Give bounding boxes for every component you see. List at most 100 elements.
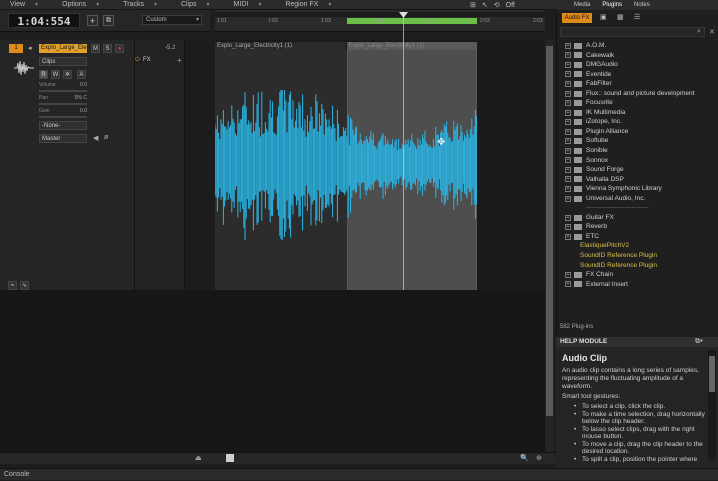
- expand-icon[interactable]: +: [565, 214, 571, 221]
- menu-options[interactable]: Options: [52, 0, 105, 10]
- zoom-in-icon[interactable]: ⊕: [536, 454, 542, 462]
- plugin-item[interactable]: + Reverb: [560, 222, 710, 232]
- plugin-item[interactable]: + Plugin Alliance: [560, 127, 710, 137]
- expand-icon[interactable]: +: [565, 271, 571, 278]
- clips-select[interactable]: Clips: [39, 57, 87, 66]
- plugin-item[interactable]: + FabFilter: [560, 79, 710, 89]
- freeze-button[interactable]: ✲: [63, 70, 72, 79]
- plugin-item[interactable]: ElastiquePitchV2: [560, 241, 710, 251]
- expand-icon[interactable]: +: [565, 119, 571, 126]
- snap-icon[interactable]: ⊞: [470, 1, 476, 9]
- input-select[interactable]: -None-: [39, 121, 87, 130]
- pan-slider[interactable]: Pan 0% C: [39, 95, 87, 105]
- collapse-icon[interactable]: ⏏: [195, 454, 202, 462]
- expand-icon[interactable]: +: [565, 233, 571, 240]
- automation-view-icon[interactable]: ∿: [20, 281, 29, 290]
- plugin-item[interactable]: + DMGAudio: [560, 60, 710, 70]
- plugin-item[interactable]: + IK Multimedia: [560, 108, 710, 118]
- plugin-item[interactable]: + A.O.M.: [560, 41, 710, 51]
- horizontal-scroll-thumb[interactable]: [226, 454, 234, 462]
- expand-icon[interactable]: +: [565, 61, 571, 68]
- audio-waveform[interactable]: [215, 90, 477, 240]
- fx-label[interactable]: FX: [143, 57, 151, 63]
- plugin-item[interactable]: + Sonible: [560, 146, 710, 156]
- plugin-item[interactable]: + Valhalla DSP: [560, 175, 710, 185]
- track-name[interactable]: Explo_Large_Ele: [39, 44, 87, 53]
- expand-icon[interactable]: +: [565, 224, 571, 231]
- expand-icon[interactable]: [565, 243, 571, 249]
- list-icon[interactable]: ☰: [634, 13, 640, 21]
- loop-icon[interactable]: ⟲: [494, 1, 500, 9]
- plugin-item[interactable]: + iZotope, Inc.: [560, 117, 710, 127]
- empty-track-area[interactable]: [0, 290, 545, 452]
- console-bar[interactable]: Console: [0, 468, 718, 480]
- output-select[interactable]: Master: [39, 134, 87, 143]
- expand-icon[interactable]: [565, 262, 571, 268]
- expand-icon[interactable]: +: [565, 176, 571, 183]
- expand-icon[interactable]: [565, 253, 571, 259]
- record-button[interactable]: ●: [115, 44, 124, 53]
- ruler-overview-bar[interactable]: [215, 12, 545, 17]
- menu-clips[interactable]: Clips: [171, 0, 216, 10]
- expand-icon[interactable]: +: [565, 109, 571, 116]
- menu-midi[interactable]: MIDI: [224, 0, 268, 10]
- plugin-item[interactable]: + Cakewalk: [560, 51, 710, 61]
- layout-icon[interactable]: ▣: [600, 13, 607, 21]
- clip-header-left[interactable]: Explo_Large_Electricity1 (1): [215, 42, 346, 50]
- clip-area-empty[interactable]: [477, 50, 545, 291]
- expand-icon[interactable]: +: [565, 157, 571, 164]
- add-fx-button[interactable]: +: [177, 56, 182, 65]
- expand-icon[interactable]: +: [565, 166, 571, 173]
- speaker-icon[interactable]: ◀: [93, 134, 98, 142]
- expand-icon[interactable]: +: [565, 80, 571, 87]
- phase-icon[interactable]: ø: [104, 134, 108, 141]
- plugin-item[interactable]: + Guitar FX: [560, 213, 710, 223]
- plugin-item[interactable]: + External Insert: [560, 280, 710, 290]
- search-icon[interactable]: ⌕: [697, 28, 701, 36]
- track-number[interactable]: 1: [9, 44, 23, 53]
- plugin-item[interactable]: + Vienna Symphonic Library: [560, 184, 710, 194]
- mute-button[interactable]: M: [91, 44, 100, 53]
- expand-icon[interactable]: +: [565, 281, 571, 288]
- plugin-item[interactable]: SoundID Reference Plugin: [560, 261, 710, 271]
- plugin-item[interactable]: SoundID Reference Plugin: [560, 251, 710, 261]
- solo-button[interactable]: S: [103, 44, 112, 53]
- menu-tracks[interactable]: Tracks: [113, 0, 163, 10]
- plugin-search-input[interactable]: [560, 27, 705, 37]
- expand-icon[interactable]: +: [565, 71, 571, 78]
- plugin-item[interactable]: + Flux:: sound and picture development: [560, 89, 710, 99]
- expand-icon[interactable]: +: [565, 100, 571, 107]
- loop-region[interactable]: [347, 18, 477, 24]
- plugin-item[interactable]: + Sound Forge: [560, 165, 710, 175]
- plugin-item[interactable]: + Sonnox: [560, 156, 710, 166]
- help-scroll-thumb[interactable]: [709, 356, 715, 392]
- expand-icon[interactable]: +: [565, 195, 571, 202]
- clip-header-right[interactable]: Explo_Large_Electricity1 (1): [347, 42, 477, 50]
- expand-icon[interactable]: +: [565, 128, 571, 135]
- read-automation-button[interactable]: R: [39, 70, 48, 79]
- cursor-icon[interactable]: ↖: [482, 1, 488, 9]
- add-track-button[interactable]: +: [87, 15, 98, 26]
- expand-icon[interactable]: +: [565, 138, 571, 145]
- tab-audio-fx[interactable]: Audio FX: [562, 13, 592, 23]
- write-automation-button[interactable]: W: [51, 70, 60, 79]
- time-display[interactable]: 1:04:554: [8, 13, 80, 28]
- plugin-item[interactable]: + Softube: [560, 136, 710, 146]
- tab-media[interactable]: Media: [568, 0, 596, 10]
- expand-icon[interactable]: +: [565, 147, 571, 154]
- gain-slider[interactable]: Gain 0.0: [39, 108, 87, 118]
- volume-slider[interactable]: Volume 0.0: [39, 82, 87, 92]
- help-options-icon[interactable]: ⧉▾: [695, 338, 703, 346]
- preset-select[interactable]: Custom: [142, 15, 202, 25]
- plugin-item[interactable]: + Universal Audio, Inc.: [560, 194, 710, 204]
- track-view-icon[interactable]: ≈: [8, 281, 17, 290]
- expand-icon[interactable]: +: [565, 185, 571, 192]
- duplicate-icon[interactable]: ⧉: [103, 15, 114, 26]
- fx-power-icon[interactable]: ⏻: [135, 57, 140, 64]
- tab-notes[interactable]: Notes: [628, 0, 656, 10]
- horizontal-scrollbar[interactable]: [0, 452, 556, 464]
- expand-icon[interactable]: +: [565, 52, 571, 59]
- expand-icon[interactable]: +: [565, 42, 571, 49]
- zoom-out-icon[interactable]: 🔍: [520, 454, 529, 462]
- clear-search-icon[interactable]: ✕: [709, 28, 715, 36]
